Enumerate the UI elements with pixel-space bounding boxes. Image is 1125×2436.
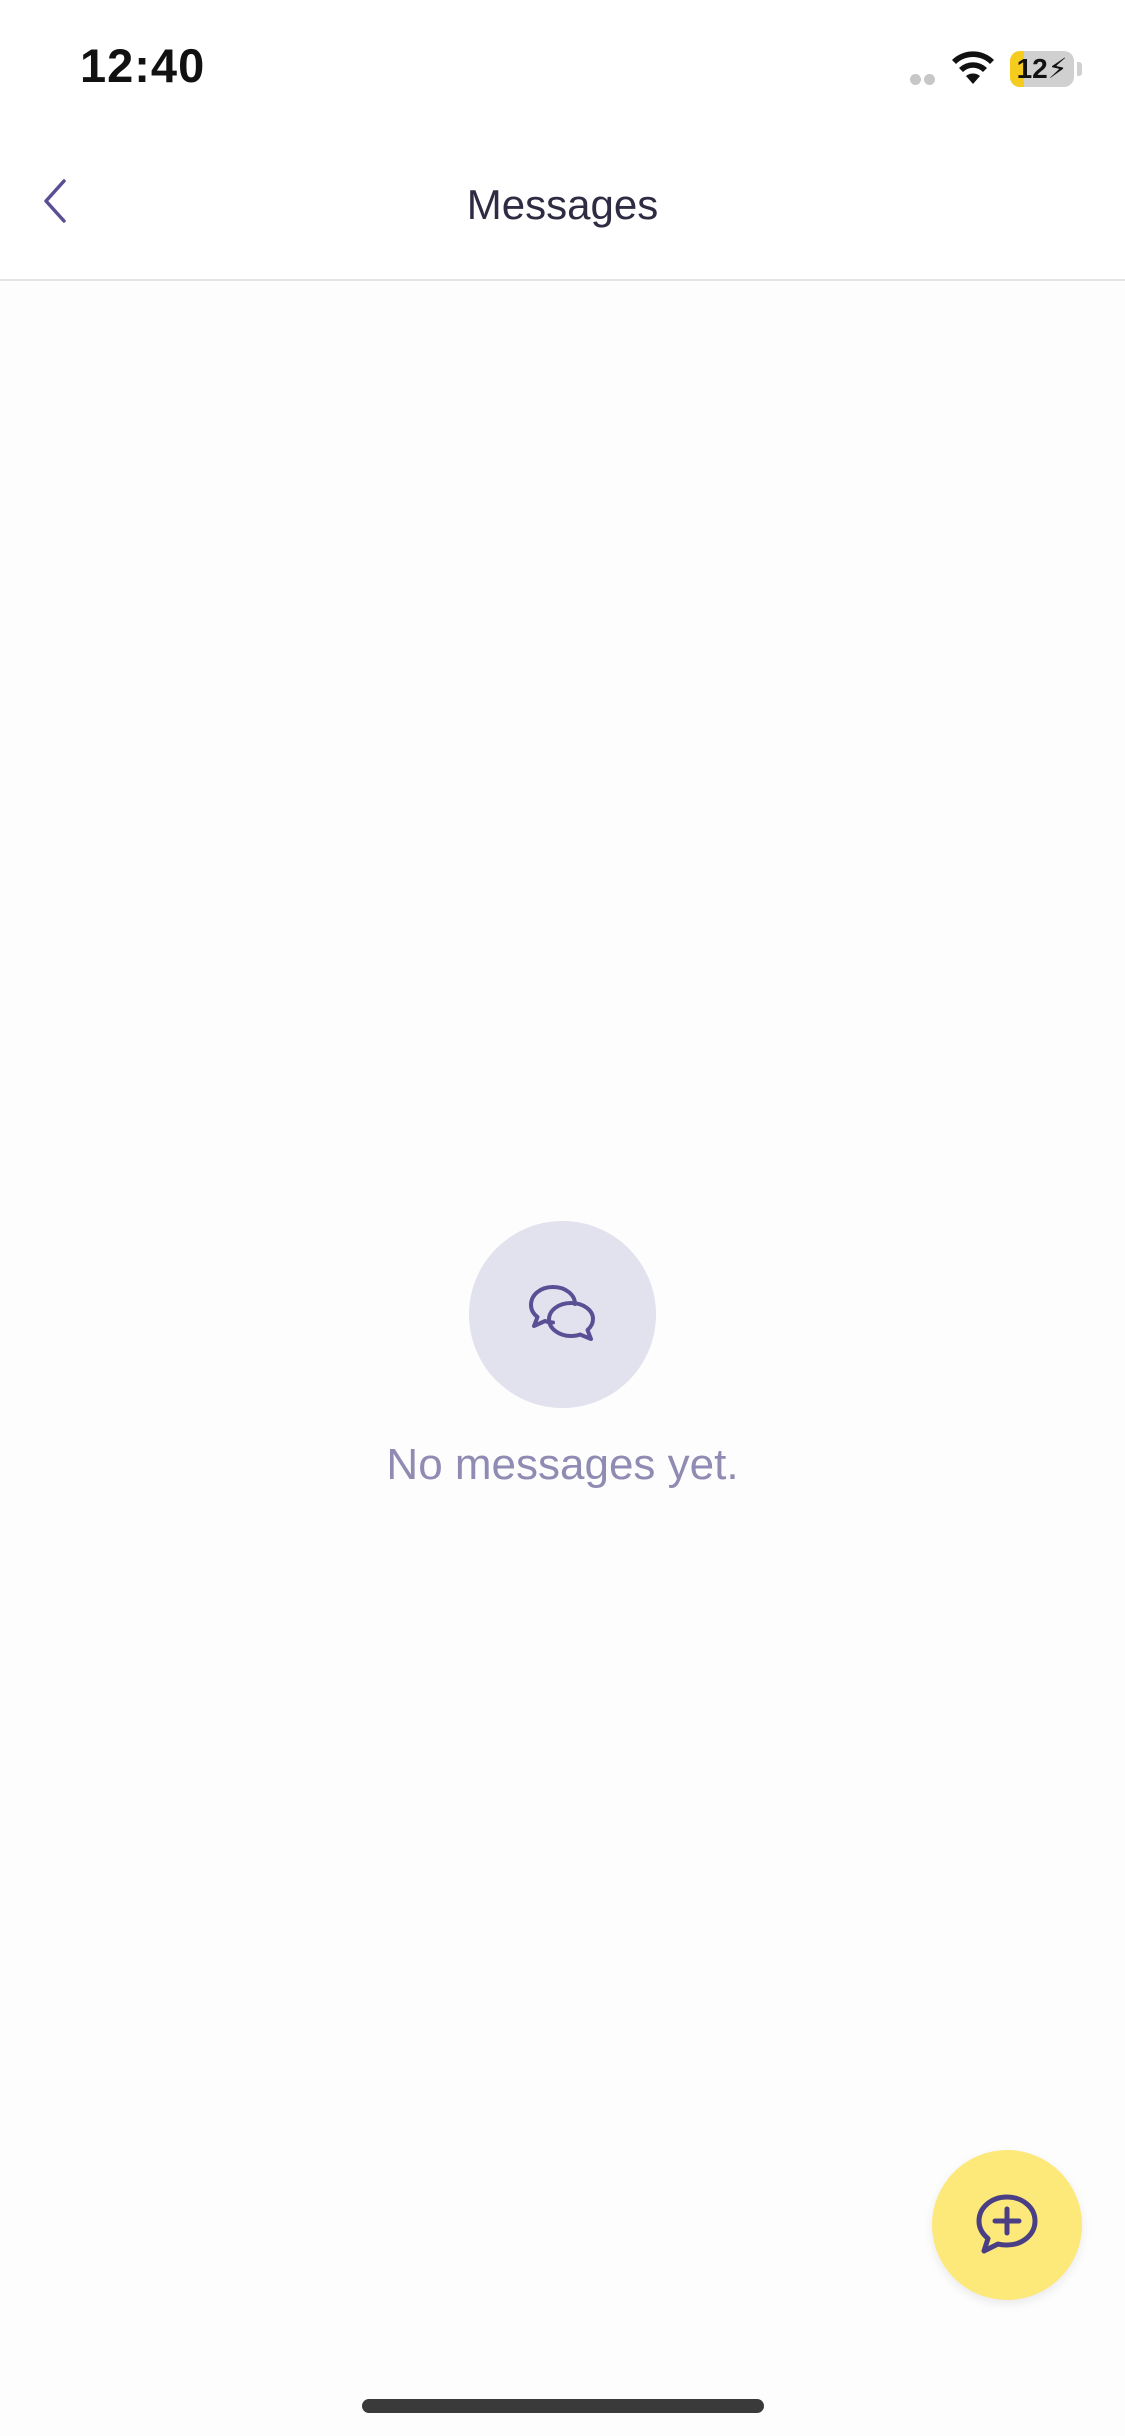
chat-plus-icon xyxy=(976,2194,1038,2254)
chevron-left-icon xyxy=(44,179,66,223)
signal-icon xyxy=(910,74,936,88)
navigation-bar: Messages xyxy=(0,135,1125,281)
new-message-button[interactable] xyxy=(932,2150,1082,2300)
status-time: 12:40 xyxy=(80,39,206,92)
empty-state-message: No messages yet. xyxy=(386,1440,739,1489)
battery-percent: 12 xyxy=(1016,53,1048,84)
empty-state-icon-circle xyxy=(469,1221,656,1408)
back-button[interactable] xyxy=(30,171,80,231)
page-title: Messages xyxy=(466,181,659,228)
battery-charging-icon: 12⚡ xyxy=(1010,51,1074,87)
wifi-icon xyxy=(952,51,994,84)
battery-tip xyxy=(1077,62,1082,76)
charging-bolt-icon: ⚡ xyxy=(1047,53,1068,84)
home-indicator[interactable] xyxy=(362,2399,764,2413)
chat-bubbles-icon xyxy=(529,1285,595,1341)
status-bar: 12:40 12⚡ xyxy=(0,0,1125,135)
